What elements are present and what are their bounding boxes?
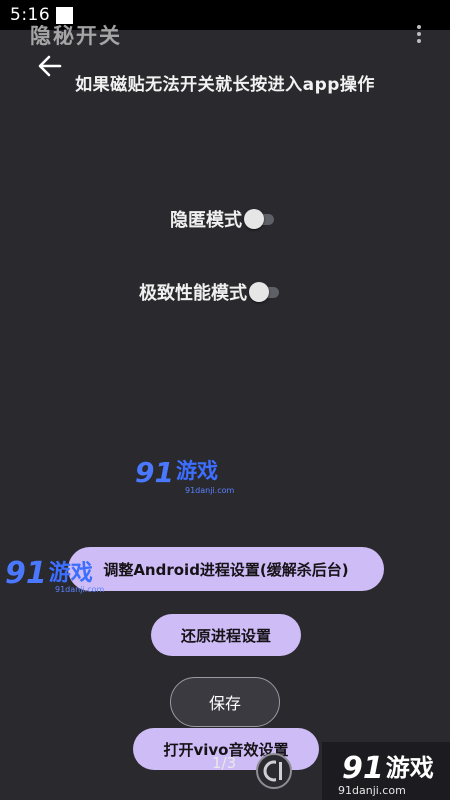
watermark-logo-corner: 91 游戏 91danji.com bbox=[338, 748, 434, 797]
switch-label: 隐匿模式 bbox=[170, 210, 242, 231]
watermark-logo: 91 游戏 91danji.com bbox=[135, 455, 234, 495]
watermark-text: 游戏 bbox=[175, 459, 218, 483]
circle-logo-icon bbox=[256, 753, 292, 789]
watermark-text: 游戏 bbox=[385, 754, 434, 782]
switch-label: 极致性能模式 bbox=[139, 283, 247, 304]
hint-text: 如果磁贴无法开关就长按进入app操作 bbox=[75, 75, 375, 95]
switch-row-stealth[interactable]: 隐匿模式 bbox=[170, 206, 276, 232]
watermark-domain: 91danji.com bbox=[185, 486, 235, 495]
watermark-num: 91 bbox=[135, 456, 174, 489]
watermark-text: 游戏 bbox=[48, 561, 93, 586]
restore-process-button[interactable]: 还原进程设置 bbox=[151, 614, 301, 656]
more-options-icon[interactable] bbox=[416, 25, 422, 43]
watermark-domain: 91danji.com bbox=[55, 585, 105, 594]
page-indicator: 1/3 bbox=[212, 754, 237, 772]
watermark-num: 91 bbox=[342, 751, 384, 786]
watermark-num: 91 bbox=[5, 556, 47, 591]
switch-row-performance[interactable]: 极致性能模式 bbox=[139, 279, 281, 305]
stealth-mode-toggle[interactable] bbox=[244, 208, 276, 230]
page-title: 隐秘开关 bbox=[30, 24, 122, 48]
watermark-domain: 91danji.com bbox=[338, 784, 406, 797]
adjust-process-button[interactable]: 调整Android进程设置(缓解杀后台) bbox=[68, 547, 384, 591]
save-button[interactable]: 保存 bbox=[170, 677, 280, 727]
performance-mode-toggle[interactable] bbox=[249, 281, 281, 303]
watermark-logo-left: 91 游戏 91danji.com bbox=[5, 555, 104, 594]
corner-watermark: 91 游戏 91danji.com bbox=[322, 742, 450, 800]
